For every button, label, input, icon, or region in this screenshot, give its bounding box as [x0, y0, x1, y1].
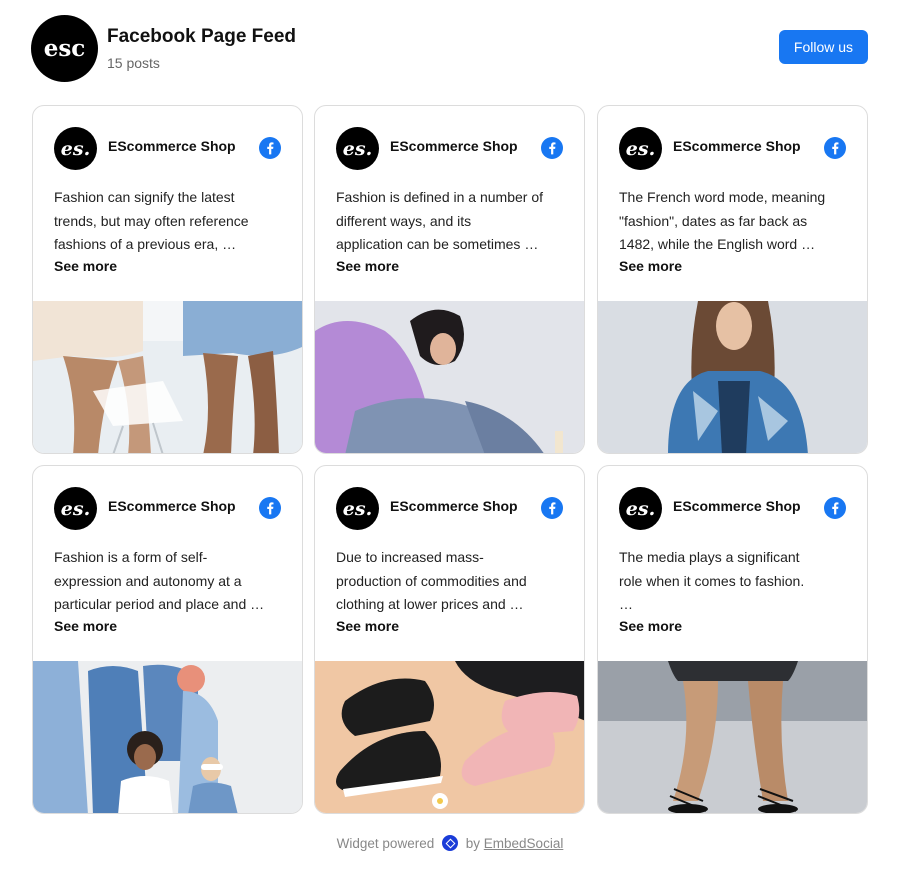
see-more-link[interactable]: See more	[54, 258, 117, 274]
avatar: es.	[336, 487, 379, 530]
post-text-line: Due to increased mass-	[336, 549, 484, 565]
embedsocial-link[interactable]: EmbedSocial	[484, 836, 564, 851]
post-text-line: production of commodities and	[336, 572, 527, 589]
see-more-link[interactable]: See more	[336, 618, 399, 634]
post-card[interactable]: es. EScommerce Shop Due to increased mas…	[314, 465, 585, 814]
post-text-line: Fashion can signify the latest	[54, 189, 235, 205]
post-text: The French word mode, meaning "fashion",…	[619, 186, 851, 257]
post-card[interactable]: es. EScommerce Shop Fashion can signify …	[32, 105, 303, 454]
post-text: The media plays a significant role when …	[619, 546, 851, 617]
powered-by-text: Widget powered	[336, 836, 435, 851]
woman-denim-jacket-photo[interactable]	[598, 301, 867, 453]
post-text-line: different ways, and its	[336, 212, 472, 229]
author-name[interactable]: EScommerce Shop	[390, 498, 518, 514]
embedsocial-logo-icon	[441, 835, 458, 851]
post-card[interactable]: es. EScommerce Shop Fashion is a form of…	[32, 465, 303, 814]
post-text-line: …	[619, 596, 633, 612]
avatar: es.	[619, 487, 662, 530]
facebook-icon[interactable]	[259, 497, 281, 519]
see-more-link[interactable]: See more	[619, 258, 682, 274]
post-text: Fashion can signify the latest trends, b…	[54, 186, 286, 257]
post-text-line: role when it comes to fashion.	[619, 572, 805, 589]
legs-sitting-photo[interactable]	[33, 301, 302, 453]
post-text-line: particular period and place and …	[54, 596, 265, 612]
post-text-line: 1482, while the English word …	[619, 236, 816, 252]
facebook-icon[interactable]	[259, 137, 281, 159]
see-more-link[interactable]: See more	[619, 618, 682, 634]
post-card[interactable]: es. EScommerce Shop Fashion is defined i…	[314, 105, 585, 454]
follow-us-button[interactable]: Follow us	[779, 30, 868, 64]
group-denim-photo[interactable]	[33, 661, 302, 813]
post-card[interactable]: es. EScommerce Shop The French word mode…	[597, 105, 868, 454]
facebook-icon[interactable]	[824, 137, 846, 159]
author-name[interactable]: EScommerce Shop	[673, 498, 801, 514]
page-logo: esc	[31, 15, 98, 82]
facebook-icon[interactable]	[541, 497, 563, 519]
powered-by-footer: Widget powered by EmbedSocial	[0, 835, 900, 851]
avatar: es.	[54, 487, 97, 530]
woman-purple-jacket-photo[interactable]	[315, 301, 584, 453]
post-card[interactable]: es. EScommerce Shop The media plays a si…	[597, 465, 868, 814]
post-text-line: "fashion", dates as far back as	[619, 212, 808, 229]
post-text-line: Fashion is a form of self-	[54, 549, 208, 565]
post-text-line: clothing at lower prices and …	[336, 596, 524, 612]
author-name[interactable]: EScommerce Shop	[390, 138, 518, 154]
post-count: 15 posts	[107, 55, 160, 71]
post-text-line: expression and autonomy at a	[54, 572, 242, 589]
post-text: Fashion is a form of self- expression an…	[54, 546, 286, 617]
author-name[interactable]: EScommerce Shop	[673, 138, 801, 154]
post-text-line: Fashion is defined in a number of	[336, 189, 544, 205]
post-text: Due to increased mass- production of com…	[336, 546, 568, 617]
see-more-link[interactable]: See more	[54, 618, 117, 634]
avatar: es.	[619, 127, 662, 170]
author-name[interactable]: EScommerce Shop	[108, 498, 236, 514]
avatar: es.	[336, 127, 379, 170]
post-text-line: The media plays a significant	[619, 549, 800, 565]
facebook-icon[interactable]	[824, 497, 846, 519]
post-text-line: application can be sometimes …	[336, 236, 539, 252]
by-text: by	[465, 836, 481, 851]
post-text-line: The French word mode, meaning	[619, 189, 826, 205]
feed-header: esc Facebook Page Feed 15 posts Follow u…	[31, 15, 868, 82]
avatar: es.	[54, 127, 97, 170]
author-name[interactable]: EScommerce Shop	[108, 138, 236, 154]
post-text-line: fashions of a previous era, …	[54, 236, 237, 252]
post-text: Fashion is defined in a number of differ…	[336, 186, 568, 257]
post-text-line: trends, but may often reference	[54, 212, 249, 229]
page-title: Facebook Page Feed	[107, 26, 297, 47]
sneakers-photo[interactable]	[315, 661, 584, 813]
see-more-link[interactable]: See more	[336, 258, 399, 274]
legs-sandals-photo[interactable]	[598, 661, 867, 813]
facebook-icon[interactable]	[541, 137, 563, 159]
